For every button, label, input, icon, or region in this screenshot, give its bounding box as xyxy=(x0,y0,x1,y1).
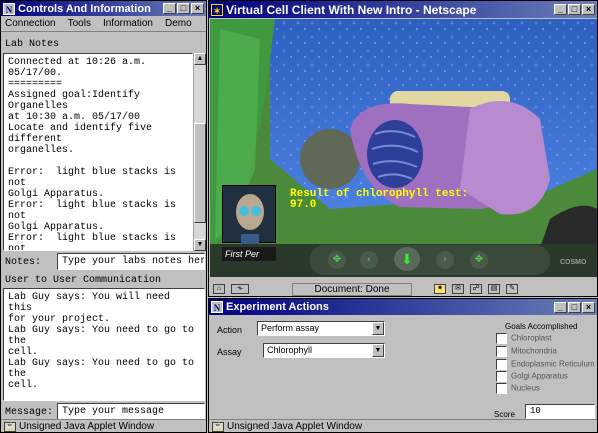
maximize-icon[interactable]: □ xyxy=(568,4,581,15)
goal-nucleus: Nucleus xyxy=(496,383,540,394)
lab-notes-area[interactable]: Connected at 10:26 a.m. 05/17/00. ======… xyxy=(3,53,193,251)
minimize-icon[interactable]: _ xyxy=(163,3,176,14)
minimize-icon[interactable]: _ xyxy=(554,301,567,313)
assay-value: Chlorophyll xyxy=(267,345,313,355)
notes-input[interactable]: Type your labs notes here xyxy=(57,253,205,270)
netscape-titlebar[interactable]: ✶ Virtual Cell Client With New Intro - N… xyxy=(209,1,597,18)
netscape-status-bar: ⌂ ⟛ Document: Done ✷ ✉ ☍ ▤ ✎ xyxy=(210,282,597,296)
connection-icon: ⟛ xyxy=(231,284,249,294)
result-overlay: Result of chlorophyll test: 97.0 xyxy=(290,189,468,211)
experiment-status-bar: ☕ Unsigned Java Applet Window xyxy=(209,419,597,433)
experiment-status-text: Unsigned Java Applet Window xyxy=(227,421,363,432)
nav-right-icon[interactable]: ✥ xyxy=(470,251,488,269)
notes-label: Notes: xyxy=(5,257,42,268)
security-lock-icon[interactable]: ⌂ xyxy=(213,284,225,294)
action-label: Action xyxy=(217,325,243,335)
goal-checkbox[interactable] xyxy=(496,371,507,382)
scroll-up-icon[interactable]: ▲ xyxy=(194,53,206,65)
menu-information[interactable]: Information xyxy=(103,18,153,29)
netscape-window: ✶ Virtual Cell Client With New Intro - N… xyxy=(208,0,598,297)
action-value: Perform assay xyxy=(261,323,320,333)
controls-titlebar[interactable]: N Controls And Information _ □ × xyxy=(1,1,206,16)
app-icon: N xyxy=(211,301,223,313)
close-icon[interactable]: × xyxy=(582,301,595,313)
lab-notes-scrollbar[interactable]: ▲ ▼ xyxy=(193,53,206,251)
avatar[interactable] xyxy=(222,185,276,244)
goal-checkbox[interactable] xyxy=(496,346,507,357)
java-icon: ☕ xyxy=(4,421,16,432)
java-icon: ☕ xyxy=(212,421,224,432)
bookmark-icon[interactable]: ✎ xyxy=(506,284,518,294)
nav-forward-icon[interactable]: ⬇ xyxy=(394,247,420,271)
goal-checkbox[interactable] xyxy=(496,333,507,344)
minimize-icon[interactable]: _ xyxy=(554,4,567,15)
avatar-face-icon xyxy=(236,194,264,244)
menu-connection[interactable]: Connection xyxy=(5,18,56,29)
menu-demo[interactable]: Demo xyxy=(165,18,192,29)
goal-chloroplast: Chloroplast xyxy=(496,333,551,344)
menu-bar: Connection Tools Information Demo xyxy=(1,16,206,32)
comm-area[interactable]: Lab Guy says: You will need this for you… xyxy=(3,288,205,401)
scroll-thumb[interactable] xyxy=(194,123,206,223)
lab-notes-label: Lab Notes xyxy=(5,39,60,50)
action-select[interactable]: Perform assay ▼ xyxy=(257,321,385,336)
goal-checkbox[interactable] xyxy=(496,383,507,394)
message-label: Message: xyxy=(5,407,54,418)
left-status-bar: ☕ Unsigned Java Applet Window xyxy=(1,419,206,433)
netscape-status-text: Document: Done xyxy=(314,283,390,295)
chevron-down-icon[interactable]: ▼ xyxy=(372,344,384,357)
score-label: Score xyxy=(494,410,515,419)
app-icon: N xyxy=(3,2,15,15)
nav-left-icon[interactable]: ✥ xyxy=(328,251,346,269)
result-line-2: 97.0 xyxy=(290,199,317,211)
left-status-text: Unsigned Java Applet Window xyxy=(19,421,155,432)
nav-turn-right-icon[interactable]: › xyxy=(436,251,454,269)
goals-title: Goals Accomplished xyxy=(505,322,578,331)
controls-window: N Controls And Information _ □ × Connect… xyxy=(0,0,207,433)
score-field[interactable]: 10 xyxy=(525,404,595,419)
assay-select[interactable]: Chlorophyll ▼ xyxy=(263,343,385,358)
cosmo-brand: COSMO xyxy=(560,259,587,266)
goal-mitochondria: Mitochondria xyxy=(496,346,557,357)
maximize-icon[interactable]: □ xyxy=(177,3,190,14)
discussion-icon[interactable]: ☍ xyxy=(470,284,482,294)
menu-tools[interactable]: Tools xyxy=(68,18,91,29)
maximize-icon[interactable]: □ xyxy=(568,301,581,313)
goal-checkbox[interactable] xyxy=(496,359,507,370)
assay-label: Assay xyxy=(217,347,242,357)
netscape-icon: ✶ xyxy=(211,3,223,16)
chevron-down-icon[interactable]: ▼ xyxy=(372,322,384,335)
avatar-label: First Per xyxy=(222,247,276,261)
experiment-window: N Experiment Actions _ □ × Action Perfor… xyxy=(208,298,598,433)
navigator-icon[interactable]: ✷ xyxy=(434,284,446,294)
mail-icon[interactable]: ✉ xyxy=(452,284,464,294)
message-input[interactable]: Type your message xyxy=(57,403,205,420)
goal-golgi-apparatus: Golgi Apparatus xyxy=(496,371,568,382)
experiment-title: Experiment Actions xyxy=(226,301,329,313)
3d-viewport[interactable]: Result of chlorophyll test: 97.0 First P… xyxy=(210,19,597,277)
close-icon[interactable]: × xyxy=(191,3,204,14)
nav-dashboard xyxy=(310,245,550,275)
nav-turn-left-icon[interactable]: ‹ xyxy=(360,251,378,269)
netscape-title: Virtual Cell Client With New Intro - Net… xyxy=(226,2,477,17)
comm-label: User to User Communication xyxy=(5,275,162,286)
status-text-box: Document: Done xyxy=(292,282,412,296)
experiment-titlebar[interactable]: N Experiment Actions _ □ × xyxy=(209,299,597,315)
window-title: Controls And Information xyxy=(18,2,151,15)
composer-icon[interactable]: ▤ xyxy=(488,284,500,294)
close-icon[interactable]: × xyxy=(582,4,595,15)
scroll-down-icon[interactable]: ▼ xyxy=(194,239,206,251)
goal-endoplasmic-reticulum: Endoplasmic Reticulum xyxy=(496,359,595,370)
result-line-1: Result of chlorophyll test: xyxy=(290,188,469,200)
